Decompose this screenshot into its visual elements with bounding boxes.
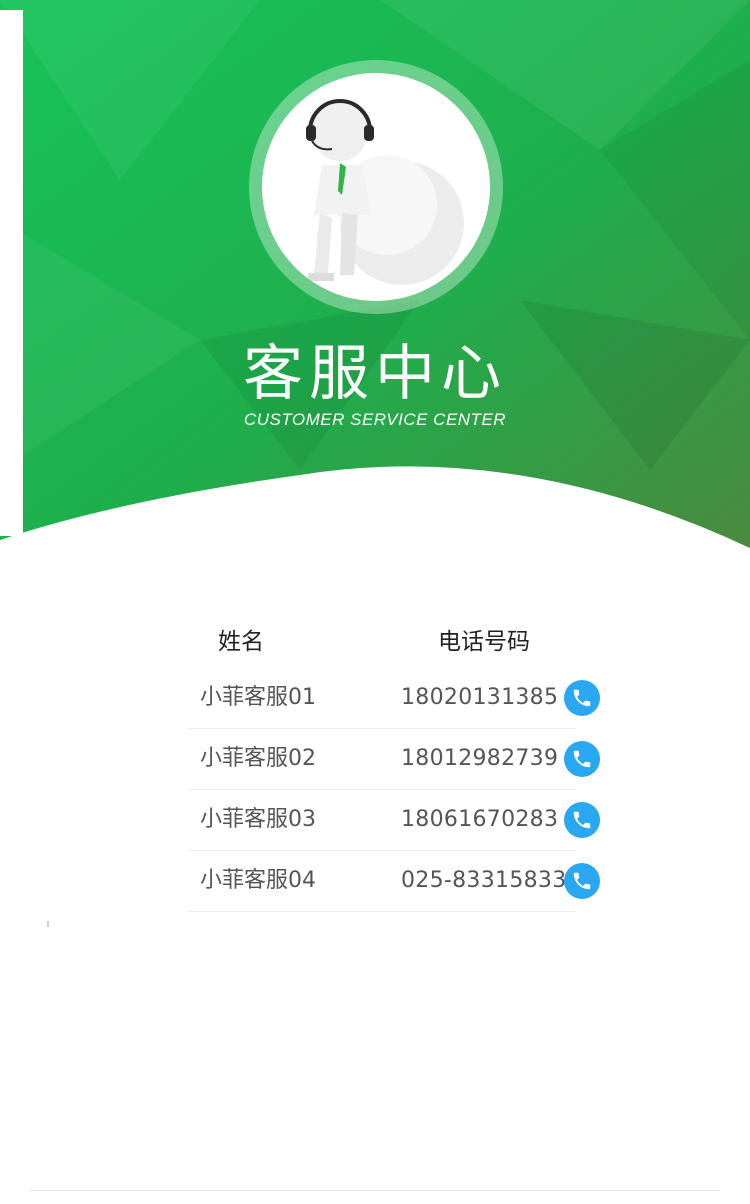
decorative-dot: [47, 921, 49, 927]
phone-icon: [573, 872, 591, 890]
column-header-phone: 电话号码: [438, 629, 530, 655]
agent-name: 小菲客服01: [200, 685, 316, 710]
phone-icon: [573, 689, 591, 707]
call-button[interactable]: [564, 802, 600, 838]
call-button[interactable]: [564, 741, 600, 777]
left-edge-strip: [0, 10, 23, 536]
hero-banner: 客服中心 CUSTOMER SERVICE CENTER: [0, 0, 750, 560]
call-button[interactable]: [564, 680, 600, 716]
agent-name: 小菲客服02: [200, 746, 316, 771]
table-row: 小菲客服03 18061670283: [188, 790, 600, 851]
page-title: 客服中心: [243, 339, 507, 409]
phone-icon: [573, 811, 591, 829]
table-header: 姓名 电话号码: [188, 620, 576, 668]
table-row: 小菲客服02 18012982739: [188, 729, 600, 790]
customer-service-agent-icon: [262, 73, 490, 301]
agent-phone[interactable]: 18020131385: [401, 668, 558, 728]
page-subtitle: CUSTOMER SERVICE CENTER: [243, 410, 507, 429]
contact-table: 姓名 电话号码 小菲客服01 18020131385 小菲客服02 180129…: [188, 620, 600, 912]
table-row: 小菲客服01 18020131385: [188, 668, 600, 729]
table-row: 小菲客服04 025-83315833: [188, 851, 600, 912]
agent-phone[interactable]: 025-83315833: [401, 851, 567, 911]
agent-phone[interactable]: 18061670283: [401, 790, 558, 850]
agent-name: 小菲客服03: [200, 807, 316, 832]
call-button[interactable]: [564, 863, 600, 899]
agent-phone[interactable]: 18012982739: [401, 729, 558, 789]
phone-icon: [573, 750, 591, 768]
bottom-divider: [30, 1190, 720, 1191]
agent-name: 小菲客服04: [200, 868, 316, 893]
column-header-name: 姓名: [218, 629, 264, 655]
